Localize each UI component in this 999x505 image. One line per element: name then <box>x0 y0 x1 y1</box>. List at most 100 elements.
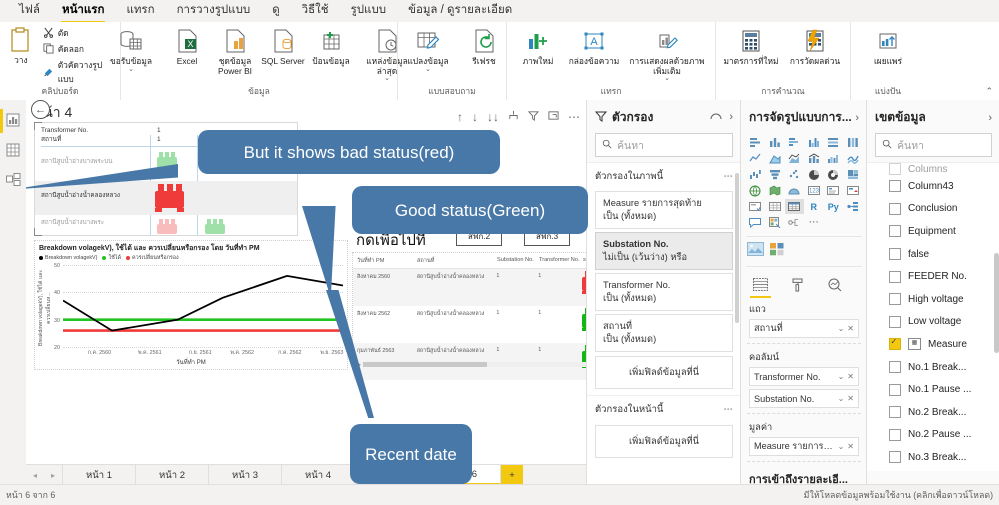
field-item-false[interactable]: false <box>867 243 999 266</box>
chevron-down-icon[interactable]: ⌄ <box>835 324 845 333</box>
line-clustered-column-icon[interactable] <box>824 151 843 166</box>
chevron-down-icon[interactable]: ⌄ <box>664 75 670 82</box>
table-col-header-date[interactable]: วันที่ทำ PM <box>357 257 417 265</box>
new-measure-button[interactable]: มาตรการที่ใหม่ <box>719 25 783 68</box>
field-checkbox[interactable] <box>889 406 901 419</box>
tab-format[interactable] <box>787 276 808 296</box>
filters-page-dropzone[interactable]: เพิ่มฟิลด์ข้อมูลที่นี่ <box>595 425 733 458</box>
well-field-location[interactable]: สถานที่ ⌄ ✕ <box>749 319 859 338</box>
table-horizontal-scrollbar[interactable]: ◂ ▸ <box>355 361 586 368</box>
arcgis-map-icon[interactable] <box>785 183 804 198</box>
pie-chart-icon[interactable] <box>805 167 824 182</box>
filter-card-substation[interactable]: Substation No. ไม่เป็น (เว้นว่าง) หรือ <box>595 232 733 270</box>
100-stacked-bar-icon[interactable] <box>824 135 843 150</box>
expand-icon[interactable] <box>710 111 722 125</box>
clustered-column-chart-icon[interactable] <box>805 135 824 150</box>
matrix-icon[interactable] <box>785 199 804 214</box>
remove-field-icon[interactable]: ✕ <box>844 324 854 333</box>
fields-search-input[interactable]: ค้นหา <box>875 133 992 157</box>
filter-card-transformer[interactable]: Transformer No. เป็น (ทั้งหมด) <box>595 273 733 311</box>
text-box-button[interactable]: A กล่องข้อความ <box>562 25 626 68</box>
field-item-low-voltage[interactable]: Low voltage <box>867 311 999 334</box>
stacked-bar-chart-icon[interactable] <box>746 135 765 150</box>
field-item-high-voltage[interactable]: High voltage <box>867 288 999 311</box>
more-options-icon[interactable]: ⋯ <box>568 111 580 123</box>
filter-card-location[interactable]: สถานที่ เป็น (ทั้งหมด) <box>595 314 733 352</box>
ellipsis-icon[interactable]: ⋯ <box>724 404 734 415</box>
clustered-bar-chart-icon[interactable] <box>785 135 804 150</box>
field-item-feeder-no[interactable]: FEEDER No. <box>867 265 999 288</box>
chevron-down-icon[interactable]: ⌄ <box>835 394 845 403</box>
ribbon-tab-format[interactable]: รูปแบบ <box>340 0 398 22</box>
field-checkbox[interactable] <box>889 361 901 374</box>
fields-list[interactable]: Columns Column43 Conclusion Equipment fa… <box>867 162 999 471</box>
refresh-button[interactable]: รีเฟรช <box>460 25 508 68</box>
field-checkbox[interactable] <box>889 315 901 328</box>
matrix-row[interactable]: สถานีสูบน้ำอ่างน้ำคลองหลวง <box>35 181 297 215</box>
key-influencers-icon[interactable] <box>844 199 863 214</box>
chevron-down-icon[interactable]: ⌄ <box>835 442 845 451</box>
ellipsis-icon[interactable]: ⋯ <box>724 171 734 182</box>
field-item-measure[interactable]: ▦ Measure <box>867 333 999 356</box>
field-item-columns[interactable]: Columns <box>867 163 999 175</box>
ribbon-tab-insert[interactable]: แทรก <box>115 0 165 22</box>
fields-scrollbar[interactable] <box>994 253 999 353</box>
table-col-header-transformer[interactable]: Transformer No. <box>539 257 583 265</box>
multi-row-card-icon[interactable] <box>824 183 843 198</box>
quick-measure-button[interactable]: การวัดผลด่วน <box>783 25 847 68</box>
filters-scrollbar[interactable] <box>735 173 739 323</box>
collapse-ribbon-icon[interactable]: ⌃ <box>985 86 993 97</box>
powerbi-dataset-button[interactable]: ชุดข้อมูล Power BI <box>211 25 259 77</box>
line-chart-icon[interactable] <box>746 151 765 166</box>
page-tab-4[interactable]: หน้า 4 <box>281 465 354 485</box>
table-col-header-substation[interactable]: Substation No. <box>497 257 539 265</box>
field-item-no1-break[interactable]: No.1 Break... <box>867 356 999 379</box>
filter-card-measure[interactable]: Measure รายการสุดท้าย เป็น (ทั้งหมด) <box>595 191 733 229</box>
more-visuals-ellipsis-icon[interactable]: ⋯ <box>805 215 824 230</box>
tab-analytics[interactable] <box>824 276 845 296</box>
line-chart-visual[interactable]: Breakdown volagekV), ใช้ได้ และ ควรเปลี่… <box>34 240 348 370</box>
field-item-no2-pause[interactable]: No.2 Pause ... <box>867 424 999 447</box>
legend-item-breakdown[interactable]: Breakdown volagekV) <box>39 255 97 261</box>
table-icon[interactable] <box>766 199 785 214</box>
scroll-thumb[interactable] <box>363 362 487 367</box>
field-item-no1-pause[interactable]: No.1 Pause ... <box>867 378 999 401</box>
page-tab-1[interactable]: หน้า 1 <box>62 465 135 485</box>
remove-field-icon[interactable]: ✕ <box>844 394 854 403</box>
field-checkbox[interactable] <box>889 293 901 306</box>
well-field-transformer-no[interactable]: Transformer No. ⌄ ✕ <box>749 367 859 386</box>
slicer-icon[interactable] <box>746 199 765 214</box>
remove-field-icon[interactable]: ✕ <box>844 442 854 451</box>
chevron-down-icon[interactable]: ⌄ <box>835 372 845 381</box>
filters-visual-dropzone[interactable]: เพิ่มฟิลด์ข้อมูลที่นี่ <box>595 356 733 389</box>
field-item-equipment[interactable]: Equipment <box>867 220 999 243</box>
paste-button[interactable]: วาง <box>4 25 38 66</box>
chevron-down-icon[interactable]: ⌄ <box>384 75 390 82</box>
new-visual-button[interactable]: ภาพใหม่ <box>514 25 562 68</box>
paginated-report-icon[interactable] <box>766 215 785 230</box>
stacked-area-chart-icon[interactable] <box>785 151 804 166</box>
table-row[interactable]: สิงหาคม 2560 สถานีสูบน้ำอ่างน้ำคลองหลวง … <box>353 269 586 306</box>
ribbon-tab-help[interactable]: วิธีใช้ <box>291 0 340 22</box>
remove-field-icon[interactable]: ✕ <box>844 372 854 381</box>
visual-background-icon[interactable] <box>747 242 764 259</box>
scroll-track[interactable] <box>363 362 586 367</box>
field-checkbox[interactable] <box>889 451 901 464</box>
sql-server-button[interactable]: SQL Server <box>259 25 307 68</box>
ribbon-chart-icon[interactable] <box>844 151 863 166</box>
100-stacked-column-icon[interactable] <box>844 135 863 150</box>
legend-item-usable[interactable]: ใช้ได้ <box>102 254 121 262</box>
page-tab-3[interactable]: หน้า 3 <box>208 465 281 485</box>
field-item-no2-break[interactable]: No.2 Break... <box>867 401 999 424</box>
sort-ascending-icon[interactable]: ↑ <box>457 111 463 123</box>
focus-mode-icon[interactable] <box>548 110 559 123</box>
back-arrow-icon[interactable]: ← <box>31 100 50 119</box>
treemap-icon[interactable] <box>844 167 863 182</box>
field-checkbox[interactable] <box>889 248 901 261</box>
map-icon[interactable] <box>746 183 765 198</box>
rail-item-data-view[interactable] <box>0 136 26 166</box>
ribbon-tab-file[interactable]: ไฟล์ <box>8 0 51 22</box>
field-checkbox[interactable] <box>889 180 901 193</box>
drill-up-icon[interactable] <box>508 110 519 123</box>
line-stacked-column-icon[interactable] <box>805 151 824 166</box>
